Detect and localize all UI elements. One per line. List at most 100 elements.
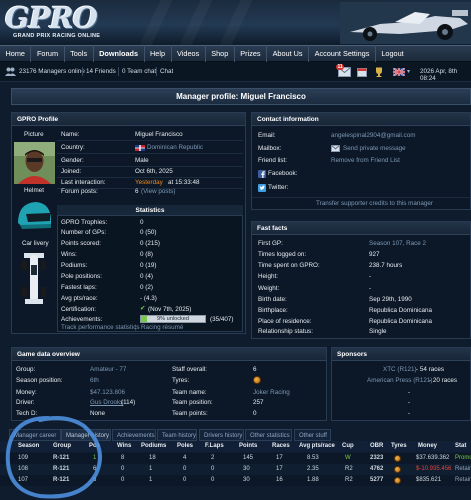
contact-info-heading: Contact information [252, 113, 470, 126]
money-value[interactable]: $47.123.806 [90, 389, 125, 396]
stat-value: 0 (19) [140, 262, 157, 269]
stat-value: 0 [140, 219, 144, 226]
season-position-link[interactable]: 6th [90, 377, 99, 384]
group-link[interactable]: Amateur - 77 [90, 366, 126, 373]
team-name-link[interactable]: Joker Racing [253, 389, 290, 396]
nav-logout[interactable]: Logout [376, 45, 409, 62]
tyre-supplier-icon[interactable] [394, 477, 401, 484]
email-link[interactable]: angelespinal2904@gmail.com [331, 132, 415, 139]
manager-name: Miguel Francisco [135, 131, 183, 138]
remove-friend-link[interactable]: Remove from Friend List [331, 157, 400, 164]
achievements-progress-bar: 9% unlocked [140, 315, 206, 323]
cell-obr: 4762 [370, 466, 384, 472]
stat-label: Number of GPs: [61, 229, 107, 236]
field-label: Joined: [61, 168, 82, 175]
stat-value: (Nov 7th, 2025) [148, 306, 192, 313]
nav-tools[interactable]: Tools [65, 45, 94, 62]
transfer-credits-link[interactable]: Transfer supporter credits to this manag… [316, 200, 433, 207]
joined-value: Oct 6th, 2025 [135, 168, 173, 175]
send-private-message-link[interactable]: Send private message [343, 145, 406, 152]
team-chat[interactable]: 0 Team chat [122, 68, 156, 75]
cell-races: 16 [276, 477, 283, 483]
sponsor-races: - 54 races [416, 366, 444, 373]
cell-points: 30 [243, 466, 250, 472]
fact-label: Relationship status: [258, 328, 313, 335]
cell-avg-pts: 2.35 [307, 466, 319, 472]
calendar-icon[interactable] [357, 67, 367, 77]
achievements-count: (35/407) [210, 316, 234, 323]
stat-label: Certification: [61, 306, 96, 313]
sponsor-empty: - [408, 399, 411, 406]
nav-account-settings[interactable]: Account Settings [309, 45, 376, 62]
envelope-icon[interactable] [331, 145, 340, 152]
contact-label: Mailbox: [258, 145, 282, 152]
trophy-icon[interactable] [374, 67, 384, 77]
nav-prizes[interactable]: Prizes [235, 45, 268, 62]
col-header: Avg pts/race [299, 443, 335, 449]
site-banner: GPRO GRAND PRIX RACING ONLINE [0, 0, 471, 45]
tyre-supplier-icon[interactable] [253, 376, 261, 384]
uk-flag-icon[interactable] [393, 68, 405, 76]
col-header: Cup [342, 443, 354, 449]
cell-status: Retain [455, 477, 471, 483]
tyre-supplier-icon[interactable] [394, 455, 401, 462]
game-data-heading: Game data overview [12, 348, 326, 361]
first-gp-link[interactable]: Season 107, Race 2 [369, 240, 426, 247]
manager-photo [14, 142, 55, 184]
tab-team-history[interactable]: Team history [157, 429, 197, 441]
sponsor-empty: - [408, 410, 411, 417]
nav-videos[interactable]: Videos [172, 45, 206, 62]
banner-stripe [219, 0, 253, 45]
helmet-image [14, 197, 54, 234]
tab-other-statistics[interactable]: Other statistics [245, 429, 292, 441]
sponsor-link[interactable]: American Press (R121) [367, 377, 432, 384]
tab-achievements[interactable]: Achievements [112, 429, 156, 441]
cell-fastest-laps: 0 [211, 477, 215, 483]
sponsor-races: - 20 races [429, 377, 457, 384]
dominican-flag-icon [135, 145, 145, 151]
col-header: OBR [370, 443, 384, 449]
cell-points: 145 [243, 455, 254, 461]
chat-link[interactable]: Chat [160, 68, 173, 75]
cell-podiums: 1 [149, 477, 153, 483]
sponsors-panel: Sponsors [331, 347, 471, 421]
fact-label: Place of residence: [258, 318, 312, 325]
nav-home[interactable]: Home [0, 45, 32, 62]
driver-link[interactable]: Gus Drooks [90, 399, 123, 406]
nav-shop[interactable]: Shop [206, 45, 235, 62]
nav-about-us[interactable]: About Us [267, 45, 310, 62]
divider [156, 67, 157, 76]
sponsor-link[interactable]: XTC (R121) [383, 366, 417, 373]
statistics-heading: Statistics [57, 205, 243, 216]
nav-forum[interactable]: Forum [31, 45, 65, 62]
divider [57, 140, 243, 141]
cell-fastest-laps: 2 [211, 455, 215, 461]
friends-count[interactable]: 14 Friends [86, 68, 116, 75]
tab-other-stuff[interactable]: Other stuff [294, 429, 331, 441]
view-posts-link[interactable]: (View posts) [141, 188, 176, 195]
last-interaction-time: at 15:33:48 [168, 179, 200, 186]
track-performance-link[interactable]: Track performance statistics [61, 324, 140, 331]
col-header: Tyres [391, 443, 407, 449]
cell-wins: 0 [121, 466, 125, 472]
country-link[interactable]: Dominican Republic [147, 144, 203, 151]
certification-check-icon: ✔ [140, 305, 146, 312]
nav-help[interactable]: Help [145, 45, 172, 62]
dropdown-caret-icon[interactable]: ▾ [407, 68, 410, 75]
divider [57, 153, 243, 154]
cell-races: 17 [276, 455, 283, 461]
gpro-profile-heading: GPRO Profile [12, 113, 245, 126]
banner-stripe [139, 0, 173, 45]
tyre-supplier-icon[interactable] [394, 466, 401, 473]
stat-label: Achievements: [61, 316, 103, 323]
col-header: Poles [177, 443, 194, 449]
stat-label: Pole positions: [61, 273, 102, 280]
managers-online[interactable]: 23176 Managers online [19, 68, 85, 75]
gpro-logo[interactable]: GPRO GRAND PRIX RACING ONLINE [3, 3, 121, 41]
cell-podiums: 18 [149, 455, 156, 461]
nav-downloads[interactable]: Downloads [94, 45, 145, 62]
tab-drivers-history[interactable]: Drivers history [199, 429, 244, 441]
fact-label: Times logged on: [258, 251, 307, 258]
cell-status: Promo [455, 455, 471, 461]
racing-resume-link[interactable]: Racing résumé [141, 324, 183, 331]
